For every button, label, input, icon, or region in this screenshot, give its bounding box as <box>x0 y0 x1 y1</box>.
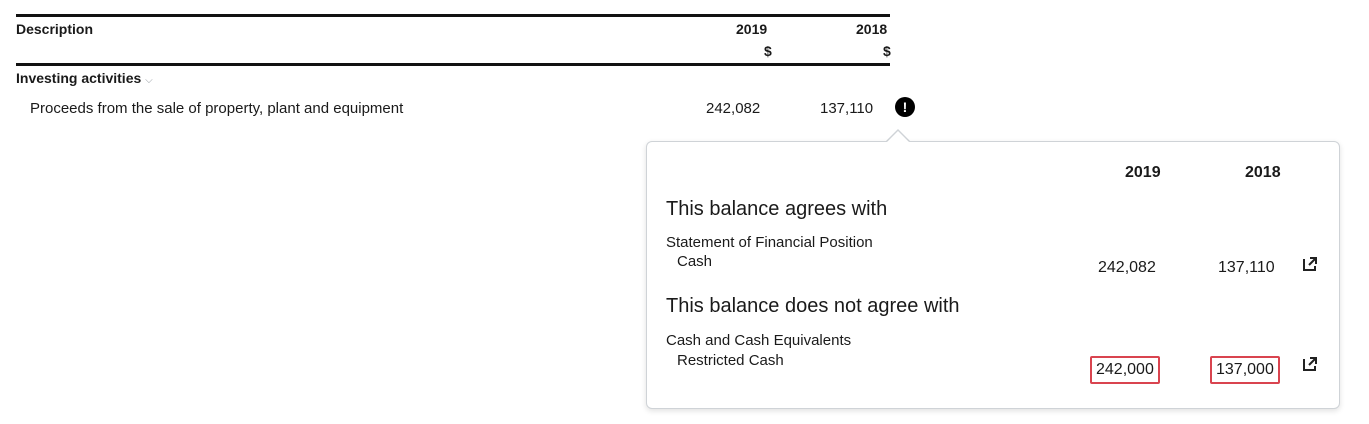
disagrees-account: Restricted Cash <box>677 352 784 369</box>
table-top-rule <box>16 14 890 17</box>
agrees-value-2018: 137,110 <box>1218 259 1275 276</box>
agrees-section-title: This balance agrees with <box>666 198 888 220</box>
row-value-2018: 137,110 <box>820 100 874 117</box>
popover-caret <box>886 131 910 143</box>
currency-2018: $ <box>883 43 891 59</box>
section-label: Investing activities <box>16 70 142 86</box>
external-link-icon[interactable] <box>1302 256 1318 272</box>
column-header-2019: 2019 <box>736 21 768 37</box>
disagrees-section-title: This balance does not agree with <box>666 295 960 317</box>
agrees-value-2019: 242,082 <box>1098 259 1156 276</box>
agrees-account: Cash <box>677 253 713 270</box>
disagrees-value-2019-mismatch: 242,000 <box>1090 356 1160 384</box>
row-label-proceeds: Proceeds from the sale of property, plan… <box>30 100 404 117</box>
disagrees-value-2018-mismatch: 137,000 <box>1210 356 1280 384</box>
row-value-2019: 242,082 <box>706 100 761 117</box>
chevron-down-icon[interactable]: ⌵ <box>145 75 153 86</box>
popover-header-2019: 2019 <box>1125 164 1161 181</box>
agrees-statement: Statement of Financial Position <box>666 234 873 251</box>
column-header-2018: 2018 <box>856 21 888 37</box>
exclamation-circle-icon[interactable]: ! <box>895 97 915 117</box>
table-header-rule <box>16 63 890 66</box>
disagrees-statement: Cash and Cash Equivalents <box>666 332 852 349</box>
popover-header-2018: 2018 <box>1245 164 1281 181</box>
currency-2019: $ <box>764 43 772 59</box>
column-header-description: Description <box>16 21 94 37</box>
section-investing-activities[interactable]: Investing activities ⌵ <box>16 70 153 86</box>
reconciliation-popover: 2019 2018 This balance agrees with State… <box>646 141 1340 409</box>
external-link-icon[interactable] <box>1302 356 1318 372</box>
